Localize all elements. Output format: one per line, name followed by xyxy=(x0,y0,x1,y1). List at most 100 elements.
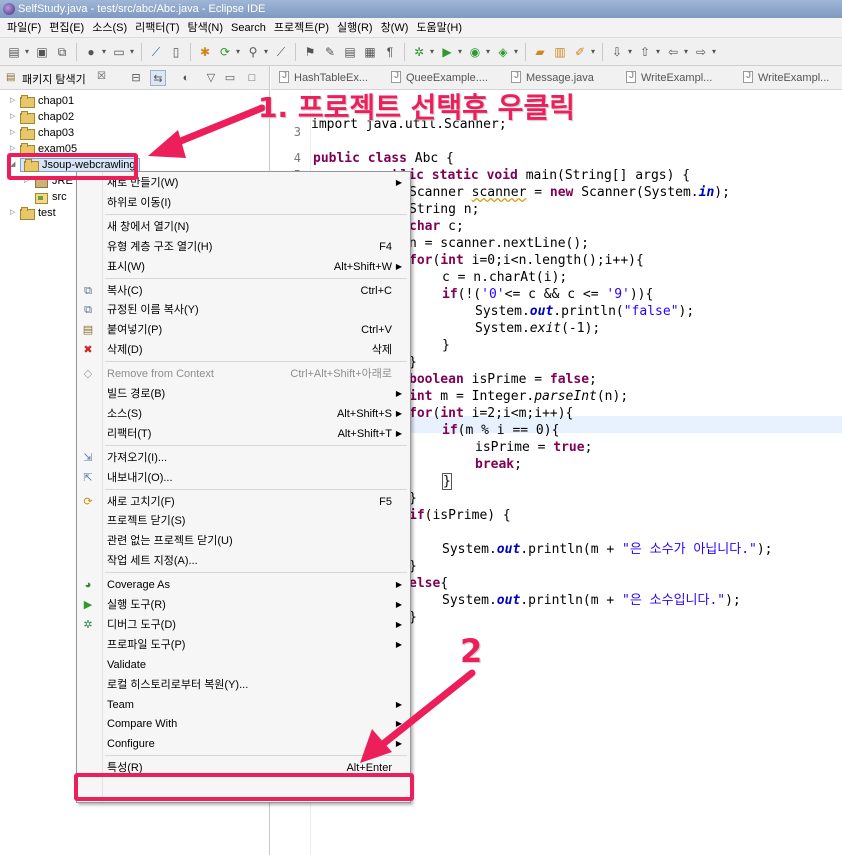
maximize-view-icon[interactable]: □ xyxy=(244,70,260,86)
context-menu-item[interactable]: ⧉ 규정된 이름 복사(Y) xyxy=(77,300,410,320)
editor-tab[interactable]: WriteExampl... xyxy=(743,70,829,84)
editor-tab[interactable]: Message.java xyxy=(511,70,594,84)
context-menu-item[interactable]: 리팩터(T) Alt+Shift+T ▶ xyxy=(77,424,410,444)
context-menu-item[interactable]: Validate xyxy=(77,655,410,675)
code-line[interactable]: System.exit(-1); xyxy=(475,320,600,337)
menu-item[interactable]: 창(W) xyxy=(377,18,413,38)
context-menu-item[interactable]: ▤ 붙여넣기(P) Ctrl+V xyxy=(77,320,410,340)
prev-annotation-dropdown-icon[interactable]: ▾ xyxy=(654,44,662,60)
run-icon[interactable]: ▶ xyxy=(439,44,455,60)
menu-item[interactable]: Search xyxy=(227,18,270,38)
back-dropdown-icon[interactable]: ▾ xyxy=(682,44,690,60)
context-menu-item[interactable]: 새 창에서 열기(N) xyxy=(77,217,410,237)
editor-tab[interactable]: HashTableEx... xyxy=(279,70,368,84)
code-line[interactable]: c = n.charAt(i); xyxy=(442,269,567,286)
context-menu-item[interactable]: ✲ 디버그 도구(D) ▶ xyxy=(77,615,410,635)
context-menu-item[interactable]: ✖ 삭제(D) 삭제 xyxy=(77,340,410,360)
pin-icon[interactable]: ⚑ xyxy=(302,44,318,60)
code-line[interactable]: char c; xyxy=(409,218,464,235)
context-menu-item[interactable]: Team ▶ xyxy=(77,695,410,715)
code-line[interactable]: public class Abc { xyxy=(313,150,454,167)
code-line[interactable]: System.out.println("false"); xyxy=(475,303,694,320)
code-line[interactable]: if(!('0'<= c && c <= '9')){ xyxy=(442,286,653,303)
context-menu-item[interactable]: ⇲ 가져오기(I)... xyxy=(77,448,410,468)
pilcrow-icon[interactable]: ¶ xyxy=(382,44,398,60)
context-menu-item[interactable]: 유형 계층 구조 열기(H) F4 xyxy=(77,237,410,257)
expand-icon[interactable]: ▷ xyxy=(10,205,20,221)
code-line[interactable]: String n; xyxy=(409,201,479,218)
refresh-run-icon[interactable]: ⟳ xyxy=(217,44,233,60)
refresh-dropdown-icon[interactable]: ▾ xyxy=(234,44,242,60)
menu-item[interactable]: 편집(E) xyxy=(45,18,88,38)
minimize-view-icon[interactable]: ▭ xyxy=(222,70,238,86)
context-menu-item[interactable]: ⟳ 새로 고치기(F) F5 xyxy=(77,492,410,512)
pencil-icon[interactable]: ✐ xyxy=(572,44,588,60)
search-tool-icon[interactable]: ⚲ xyxy=(245,44,261,60)
coverage-dropdown-icon[interactable]: ▾ xyxy=(484,44,492,60)
menu-item[interactable]: 파일(F) xyxy=(3,18,45,38)
open-type-icon[interactable]: ▥ xyxy=(552,44,568,60)
tree-item-project[interactable]: ▷ chap03 xyxy=(10,125,74,141)
doc-icon[interactable]: ▤ xyxy=(342,44,358,60)
focus-task-icon[interactable]: ◐ xyxy=(178,70,194,86)
menu-item[interactable]: 실행(R) xyxy=(333,18,377,38)
terminal-dropdown-icon[interactable]: ▾ xyxy=(128,44,136,60)
code-line[interactable]: break; xyxy=(475,456,522,473)
wand-icon[interactable]: ⟋ xyxy=(273,44,289,60)
code-line[interactable]: System.out.println(m + "은 소수가 아닙니다."); xyxy=(442,541,773,558)
menu-item[interactable]: 소스(S) xyxy=(88,18,131,38)
context-menu-item[interactable]: 로컬 히스토리로부터 복원(Y)... xyxy=(77,675,410,695)
pencil-dropdown-icon[interactable]: ▾ xyxy=(589,44,597,60)
tree-item-project[interactable]: ▷ test xyxy=(10,205,56,221)
external-dropdown-icon[interactable]: ▾ xyxy=(512,44,520,60)
debug-bug-icon[interactable]: ✲ xyxy=(411,44,427,60)
context-menu-item[interactable]: ◕ Coverage As ▶ xyxy=(77,575,410,595)
save-icon[interactable]: ▣ xyxy=(34,44,50,60)
context-menu-item[interactable]: 빌드 경로(B) ▶ xyxy=(77,384,410,404)
search-dropdown-icon[interactable]: ▾ xyxy=(262,44,270,60)
editor-tab[interactable]: QueeExample.... xyxy=(391,70,488,84)
forward-dropdown-icon[interactable]: ▾ xyxy=(710,44,718,60)
context-menu-item[interactable]: Compare With ▶ xyxy=(77,714,410,734)
save-all-icon[interactable]: ⧉ xyxy=(54,44,70,60)
context-menu-item[interactable]: ▶ 실행 도구(R) ▶ xyxy=(77,595,410,615)
forward-icon[interactable]: ⇨ xyxy=(693,44,709,60)
code-line[interactable]: for(int i=0;i<n.length();i++){ xyxy=(409,252,644,269)
code-line[interactable]: boolean isPrime = false; xyxy=(409,371,597,388)
context-menu-item[interactable]: 표시(W) Alt+Shift+W ▶ xyxy=(77,257,410,277)
menu-item[interactable]: 리팩터(T) xyxy=(131,18,183,38)
context-menu-item[interactable]: 작업 세트 지정(A)... xyxy=(77,551,410,571)
open-folder-icon[interactable]: ▰ xyxy=(532,44,548,60)
open-task-icon[interactable]: ▯ xyxy=(168,44,184,60)
context-menu-item[interactable]: 관련 없는 프로젝트 닫기(U) xyxy=(77,531,410,551)
coverage-run-icon[interactable]: ◉ xyxy=(467,44,483,60)
context-menu-item[interactable]: 하위로 이동(I) xyxy=(77,193,410,213)
new-file-icon[interactable]: ▤ xyxy=(6,44,22,60)
code-line[interactable]: if(isPrime) { xyxy=(409,507,511,524)
context-menu-item[interactable]: ⇱ 내보내기(O)... xyxy=(77,468,410,488)
collapse-all-icon[interactable]: ⊟ xyxy=(128,70,144,86)
code-line[interactable]: public static void main(String[] args) { xyxy=(377,167,690,184)
user-icon[interactable]: ● xyxy=(83,44,99,60)
code-line[interactable]: Scanner scanner = new Scanner(System.in)… xyxy=(409,184,730,201)
expand-icon[interactable]: ▷ xyxy=(10,125,20,141)
build-icon[interactable]: ✱ xyxy=(197,44,213,60)
back-icon[interactable]: ⇦ xyxy=(665,44,681,60)
debug-dropdown-icon[interactable]: ▾ xyxy=(428,44,436,60)
next-annotation-icon[interactable]: ⇩ xyxy=(609,44,625,60)
code-line[interactable]: isPrime = true; xyxy=(475,439,592,456)
code-line[interactable]: } xyxy=(442,473,452,490)
mark-icon[interactable]: ✎ xyxy=(322,44,338,60)
context-menu-item[interactable]: 소스(S) Alt+Shift+S ▶ xyxy=(77,404,410,424)
tree-item-project[interactable]: ▷ chap01 xyxy=(10,93,74,109)
package-explorer-title[interactable]: 패키지 탐색기 xyxy=(22,71,86,87)
expand-icon[interactable]: ▷ xyxy=(10,93,20,109)
code-line[interactable]: else{ xyxy=(409,575,448,592)
link-editor-icon[interactable]: ⇆ xyxy=(150,70,166,86)
code-line[interactable]: } xyxy=(442,337,450,354)
context-menu-item[interactable]: 프로젝트 닫기(S) xyxy=(77,511,410,531)
user-dropdown-icon[interactable]: ▾ xyxy=(100,44,108,60)
prev-annotation-icon[interactable]: ⇧ xyxy=(637,44,653,60)
next-annotation-dropdown-icon[interactable]: ▾ xyxy=(626,44,634,60)
context-menu-item[interactable]: ⧉ 복사(C) Ctrl+C xyxy=(77,281,410,301)
